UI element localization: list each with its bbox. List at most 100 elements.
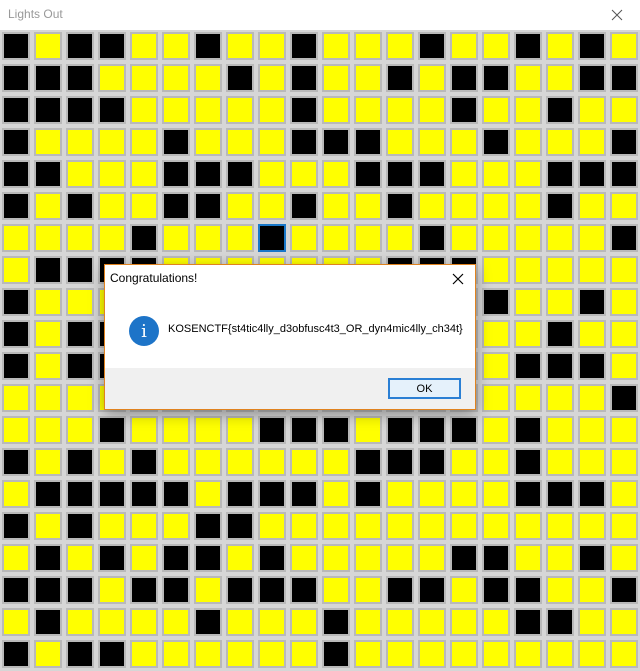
light-cell[interactable]	[66, 160, 94, 188]
light-cell[interactable]	[546, 576, 574, 604]
light-cell[interactable]	[98, 64, 126, 92]
light-cell[interactable]	[194, 608, 222, 636]
light-cell[interactable]	[162, 96, 190, 124]
light-cell[interactable]	[546, 256, 574, 284]
light-cell[interactable]	[66, 416, 94, 444]
light-cell[interactable]	[98, 448, 126, 476]
light-cell[interactable]	[194, 160, 222, 188]
light-cell[interactable]	[322, 160, 350, 188]
light-cell[interactable]	[2, 224, 30, 252]
light-cell[interactable]	[482, 608, 510, 636]
light-cell[interactable]	[322, 576, 350, 604]
light-cell[interactable]	[322, 512, 350, 540]
light-cell[interactable]	[514, 352, 542, 380]
light-cell[interactable]	[546, 320, 574, 348]
light-cell[interactable]	[450, 32, 478, 60]
light-cell[interactable]	[66, 352, 94, 380]
light-cell[interactable]	[194, 192, 222, 220]
light-cell[interactable]	[66, 256, 94, 284]
light-cell[interactable]	[418, 576, 446, 604]
light-cell[interactable]	[578, 608, 606, 636]
light-cell[interactable]	[610, 192, 638, 220]
light-cell[interactable]	[546, 416, 574, 444]
light-cell[interactable]	[34, 640, 62, 668]
light-cell[interactable]	[386, 640, 414, 668]
light-cell[interactable]	[98, 576, 126, 604]
light-cell[interactable]	[2, 320, 30, 348]
light-cell[interactable]	[386, 32, 414, 60]
light-cell[interactable]	[2, 480, 30, 508]
light-cell[interactable]	[546, 96, 574, 124]
light-cell[interactable]	[130, 640, 158, 668]
light-cell[interactable]	[2, 384, 30, 412]
light-cell[interactable]	[194, 64, 222, 92]
light-cell[interactable]	[194, 416, 222, 444]
light-cell[interactable]	[482, 192, 510, 220]
light-cell[interactable]	[194, 544, 222, 572]
light-cell[interactable]	[194, 512, 222, 540]
light-cell[interactable]	[482, 224, 510, 252]
light-cell[interactable]	[66, 320, 94, 348]
light-cell[interactable]	[578, 640, 606, 668]
light-cell[interactable]	[290, 544, 318, 572]
light-cell[interactable]	[290, 640, 318, 668]
light-cell[interactable]	[162, 224, 190, 252]
light-cell[interactable]	[546, 192, 574, 220]
light-cell[interactable]	[66, 608, 94, 636]
light-cell[interactable]	[258, 192, 286, 220]
light-cell[interactable]	[2, 288, 30, 316]
light-cell[interactable]	[354, 640, 382, 668]
light-cell[interactable]	[610, 160, 638, 188]
light-cell[interactable]	[194, 576, 222, 604]
light-cell[interactable]	[578, 384, 606, 412]
light-cell[interactable]	[354, 512, 382, 540]
light-cell[interactable]	[450, 128, 478, 156]
light-cell[interactable]	[514, 608, 542, 636]
light-cell[interactable]	[2, 32, 30, 60]
light-cell[interactable]	[162, 608, 190, 636]
light-cell[interactable]	[610, 96, 638, 124]
light-cell[interactable]	[130, 160, 158, 188]
light-cell[interactable]	[354, 160, 382, 188]
light-cell[interactable]	[98, 160, 126, 188]
light-cell[interactable]	[130, 192, 158, 220]
light-cell[interactable]	[514, 576, 542, 604]
light-cell[interactable]	[34, 192, 62, 220]
light-cell[interactable]	[66, 544, 94, 572]
light-cell[interactable]	[98, 128, 126, 156]
light-cell[interactable]	[258, 448, 286, 476]
light-cell[interactable]	[290, 480, 318, 508]
light-cell[interactable]	[226, 512, 254, 540]
light-cell[interactable]	[130, 224, 158, 252]
light-cell[interactable]	[290, 64, 318, 92]
light-cell[interactable]	[2, 448, 30, 476]
light-cell[interactable]	[546, 160, 574, 188]
light-cell[interactable]	[514, 160, 542, 188]
light-cell[interactable]	[130, 416, 158, 444]
light-cell[interactable]	[546, 640, 574, 668]
light-cell[interactable]	[66, 96, 94, 124]
light-cell[interactable]	[578, 64, 606, 92]
light-cell[interactable]	[610, 448, 638, 476]
light-cell[interactable]	[162, 128, 190, 156]
light-cell[interactable]	[354, 416, 382, 444]
light-cell[interactable]	[514, 544, 542, 572]
light-cell[interactable]	[578, 256, 606, 284]
light-cell[interactable]	[322, 192, 350, 220]
light-cell[interactable]	[290, 608, 318, 636]
light-cell[interactable]	[354, 576, 382, 604]
light-cell[interactable]	[514, 512, 542, 540]
light-cell[interactable]	[578, 96, 606, 124]
light-cell[interactable]	[386, 96, 414, 124]
light-cell[interactable]	[354, 608, 382, 636]
light-cell[interactable]	[482, 480, 510, 508]
light-cell[interactable]	[130, 544, 158, 572]
light-cell[interactable]	[386, 160, 414, 188]
light-cell[interactable]	[482, 640, 510, 668]
light-cell[interactable]	[514, 192, 542, 220]
light-cell[interactable]	[450, 224, 478, 252]
light-cell[interactable]	[418, 96, 446, 124]
light-cell[interactable]	[578, 128, 606, 156]
light-cell[interactable]	[514, 640, 542, 668]
light-cell[interactable]	[34, 608, 62, 636]
